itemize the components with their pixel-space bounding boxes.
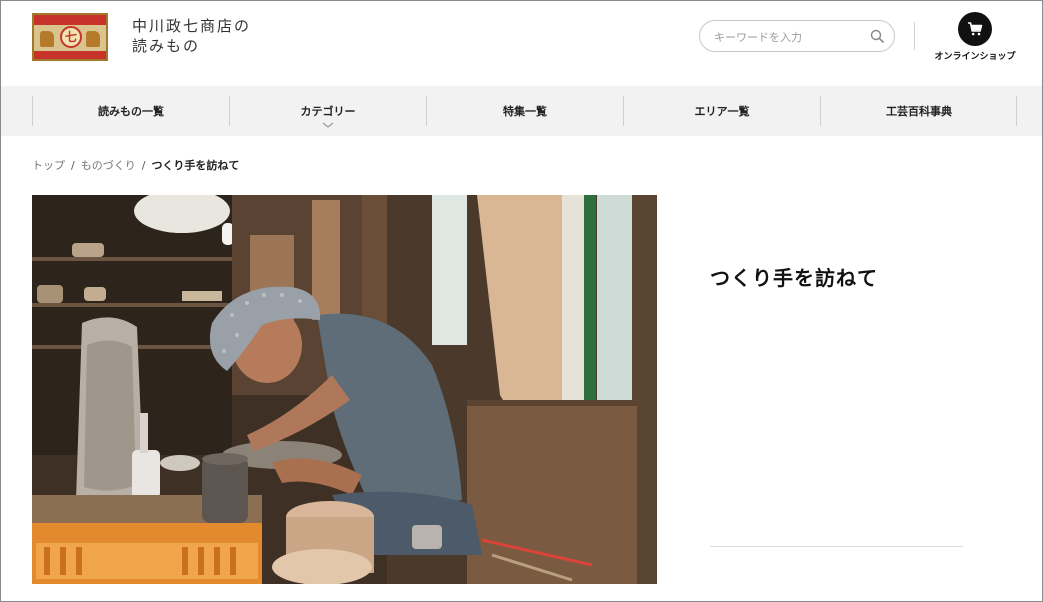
online-shop-link[interactable]: オンラインショップ	[930, 12, 1020, 62]
nav-item-label: 特集一覧	[503, 105, 547, 118]
online-shop-label: オンラインショップ	[934, 52, 1016, 62]
nav-item-category[interactable]: カテゴリー	[230, 86, 426, 136]
main-nav: 読みもの一覧 カテゴリー 特集一覧 エリア一覧 工芸百科事典	[0, 86, 1043, 136]
header-divider	[914, 22, 915, 50]
site-title-line1: 中川政七商店の	[132, 17, 252, 35]
logo-band-bottom	[34, 51, 106, 59]
nav-item-label: 工芸百科事典	[886, 105, 952, 118]
breadcrumb: トップ / ものづくり / つくり手を訪ねて	[32, 157, 239, 173]
breadcrumb-item-monozukuri[interactable]: ものづくり	[81, 157, 136, 173]
cart-button[interactable]	[958, 12, 992, 46]
nav-item-label: 読みもの一覧	[98, 105, 164, 118]
breadcrumb-item-current: つくり手を訪ねて	[151, 159, 240, 172]
breadcrumb-item-top[interactable]: トップ	[32, 157, 65, 173]
search-input[interactable]	[714, 28, 864, 46]
article-title: つくり手を訪ねて	[710, 266, 878, 290]
site-title[interactable]: 中川政七商店の 読みもの	[132, 16, 251, 56]
breadcrumb-separator: /	[141, 158, 146, 172]
site-title-line2: 読みもの	[132, 37, 201, 55]
hero-image	[32, 195, 657, 584]
search-icon[interactable]	[870, 29, 884, 43]
nav-item-areas[interactable]: エリア一覧	[624, 86, 820, 136]
site-header: 七 中川政七商店の 読みもの オンラインショップ	[0, 0, 1043, 86]
logo-seal-icon: 七	[60, 26, 82, 48]
nav-item-encyclopedia[interactable]: 工芸百科事典	[821, 86, 1017, 136]
hero-photo-illustration	[32, 195, 657, 584]
search-box	[699, 20, 895, 52]
cart-icon	[968, 22, 983, 36]
nav-item-label: カテゴリー	[300, 105, 356, 118]
nav-item-label: エリア一覧	[694, 105, 750, 118]
chevron-down-icon	[322, 122, 334, 128]
logo-deer-right-icon	[86, 31, 100, 47]
nav-divider	[1016, 96, 1017, 126]
nav-item-features[interactable]: 特集一覧	[427, 86, 623, 136]
breadcrumb-separator: /	[71, 158, 75, 172]
logo-deer-left-icon	[40, 31, 54, 47]
logo-band-top	[34, 15, 106, 25]
nav-item-articles[interactable]: 読みもの一覧	[33, 86, 229, 136]
brand-logo[interactable]: 七	[32, 13, 108, 61]
title-divider	[710, 546, 963, 547]
